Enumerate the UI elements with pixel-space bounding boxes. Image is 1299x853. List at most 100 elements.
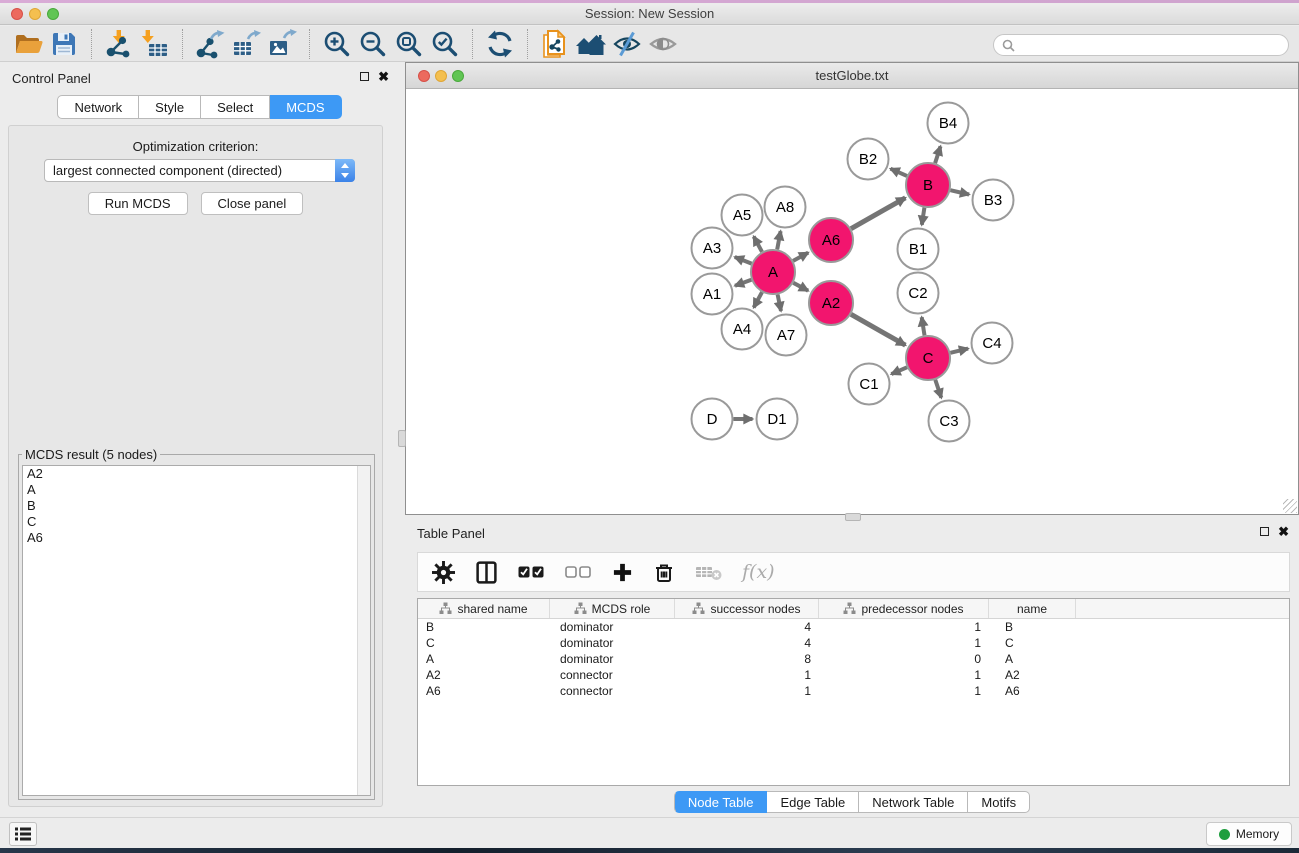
- edge-A-A2[interactable]: [793, 283, 808, 291]
- tab-style[interactable]: Style: [139, 95, 201, 119]
- column-header-predecessor-nodes[interactable]: predecessor nodes: [819, 599, 989, 618]
- edge-C-C3[interactable]: [935, 380, 941, 398]
- edge-A-A6[interactable]: [793, 253, 808, 261]
- node-A7[interactable]: A7: [766, 315, 807, 356]
- node-C3[interactable]: C3: [929, 401, 970, 442]
- hide-graphics-details-icon[interactable]: [609, 27, 645, 61]
- import-table-icon[interactable]: [137, 27, 173, 61]
- column-header-MCDS-role[interactable]: MCDS role: [550, 599, 675, 618]
- criterion-dropdown[interactable]: largest connected component (directed): [44, 159, 355, 182]
- edge-B-B2[interactable]: [891, 169, 907, 176]
- tab-edge-table[interactable]: Edge Table: [767, 791, 859, 813]
- edge-A-A4[interactable]: [754, 292, 762, 307]
- network-window-titlebar[interactable]: testGlobe.txt: [406, 63, 1298, 89]
- cell-name[interactable]: A2: [989, 668, 1076, 682]
- cell-successor_nodes[interactable]: 1: [675, 684, 819, 698]
- cell-predecessor_nodes[interactable]: 1: [819, 668, 989, 682]
- node-A1[interactable]: A1: [692, 274, 733, 315]
- home-houses-icon[interactable]: [573, 27, 609, 61]
- node-B3[interactable]: B3: [973, 180, 1014, 221]
- search-input[interactable]: [1019, 36, 1288, 54]
- edge-B-B4[interactable]: [935, 146, 940, 163]
- cell-successor_nodes[interactable]: 8: [675, 652, 819, 666]
- table-header-row[interactable]: shared nameMCDS rolesuccessor nodesprede…: [418, 599, 1289, 619]
- table-row[interactable]: Bdominator41B: [418, 619, 1289, 635]
- tab-node-table[interactable]: Node Table: [674, 791, 768, 813]
- edge-A-A7[interactable]: [778, 295, 781, 312]
- table-row[interactable]: Adominator80A: [418, 651, 1289, 667]
- select-all-icon[interactable]: [518, 565, 545, 579]
- table-row[interactable]: A6connector11A6: [418, 683, 1289, 699]
- node-A8[interactable]: A8: [765, 187, 806, 228]
- table-row[interactable]: Cdominator41C: [418, 635, 1289, 651]
- mcds-result-list[interactable]: A2ABCA6: [22, 465, 371, 796]
- column-header-shared-name[interactable]: shared name: [418, 599, 550, 618]
- edge-A-A1[interactable]: [735, 280, 751, 286]
- network-canvas[interactable]: B4B2BB3A8A5A6A3B1AC2A1A2A4A7C4CC1C3DD1: [406, 90, 1298, 514]
- cell-predecessor_nodes[interactable]: 1: [819, 620, 989, 634]
- node-A3[interactable]: A3: [692, 228, 733, 269]
- run-mcds-button[interactable]: Run MCDS: [88, 192, 188, 215]
- node-A4[interactable]: A4: [722, 309, 763, 350]
- zoom-in-icon[interactable]: [319, 27, 355, 61]
- result-item[interactable]: A: [23, 482, 370, 498]
- zoom-fit-icon[interactable]: [391, 27, 427, 61]
- column-header-successor-nodes[interactable]: successor nodes: [675, 599, 819, 618]
- node-C1[interactable]: C1: [849, 364, 890, 405]
- tab-network-table[interactable]: Network Table: [859, 791, 968, 813]
- node-B4[interactable]: B4: [928, 103, 969, 144]
- node-B2[interactable]: B2: [848, 139, 889, 180]
- save-session-icon[interactable]: [46, 27, 82, 61]
- import-network-icon[interactable]: [101, 27, 137, 61]
- node-A6[interactable]: A6: [809, 218, 853, 262]
- node-D[interactable]: D: [692, 399, 733, 440]
- cell-mcds_role[interactable]: dominator: [550, 620, 675, 634]
- cell-mcds_role[interactable]: connector: [550, 668, 675, 682]
- node-C4[interactable]: C4: [972, 323, 1013, 364]
- node-A[interactable]: A: [751, 250, 795, 294]
- float-table-panel-icon[interactable]: [1260, 527, 1269, 536]
- refresh-icon[interactable]: [482, 27, 518, 61]
- node-A2[interactable]: A2: [809, 281, 853, 325]
- deselect-all-icon[interactable]: [565, 565, 592, 579]
- cell-predecessor_nodes[interactable]: 1: [819, 636, 989, 650]
- cell-predecessor_nodes[interactable]: 1: [819, 684, 989, 698]
- node-B[interactable]: B: [906, 163, 950, 207]
- result-scrollbar[interactable]: [357, 466, 370, 795]
- cell-mcds_role[interactable]: dominator: [550, 636, 675, 650]
- memory-button[interactable]: Memory: [1206, 822, 1292, 846]
- result-item[interactable]: C: [23, 514, 370, 530]
- splitpane-handle-vertical[interactable]: [398, 430, 406, 447]
- birdseye-view-icon[interactable]: [645, 27, 681, 61]
- result-item[interactable]: A2: [23, 466, 370, 482]
- edge-A-A8[interactable]: [777, 231, 780, 249]
- cell-predecessor_nodes[interactable]: 0: [819, 652, 989, 666]
- edge-A-A3[interactable]: [735, 257, 752, 264]
- add-column-icon[interactable]: [612, 562, 633, 583]
- edge-C-C4[interactable]: [950, 349, 968, 353]
- export-table-icon[interactable]: [228, 27, 264, 61]
- cell-mcds_role[interactable]: dominator: [550, 652, 675, 666]
- table-settings-gear-icon[interactable]: [432, 561, 455, 584]
- cell-shared_name[interactable]: C: [418, 636, 550, 650]
- cell-shared_name[interactable]: B: [418, 620, 550, 634]
- zoom-selected-icon[interactable]: [427, 27, 463, 61]
- table-row[interactable]: A2connector11A2: [418, 667, 1289, 683]
- cell-shared_name[interactable]: A: [418, 652, 550, 666]
- task-history-button[interactable]: [9, 822, 37, 846]
- result-item[interactable]: A6: [23, 530, 370, 546]
- cell-name[interactable]: A6: [989, 684, 1076, 698]
- cell-successor_nodes[interactable]: 4: [675, 636, 819, 650]
- node-D1[interactable]: D1: [757, 399, 798, 440]
- cell-mcds_role[interactable]: connector: [550, 684, 675, 698]
- delete-column-icon[interactable]: [653, 561, 675, 584]
- close-panel-icon[interactable]: ✖: [378, 71, 389, 82]
- close-panel-button[interactable]: Close panel: [201, 192, 304, 215]
- edge-B-B1[interactable]: [922, 208, 925, 225]
- zoom-out-icon[interactable]: [355, 27, 391, 61]
- float-panel-icon[interactable]: [360, 72, 369, 81]
- network-from-file-icon[interactable]: [537, 27, 573, 61]
- tab-motifs[interactable]: Motifs: [968, 791, 1030, 813]
- open-session-icon[interactable]: [10, 27, 46, 61]
- tab-select[interactable]: Select: [201, 95, 270, 119]
